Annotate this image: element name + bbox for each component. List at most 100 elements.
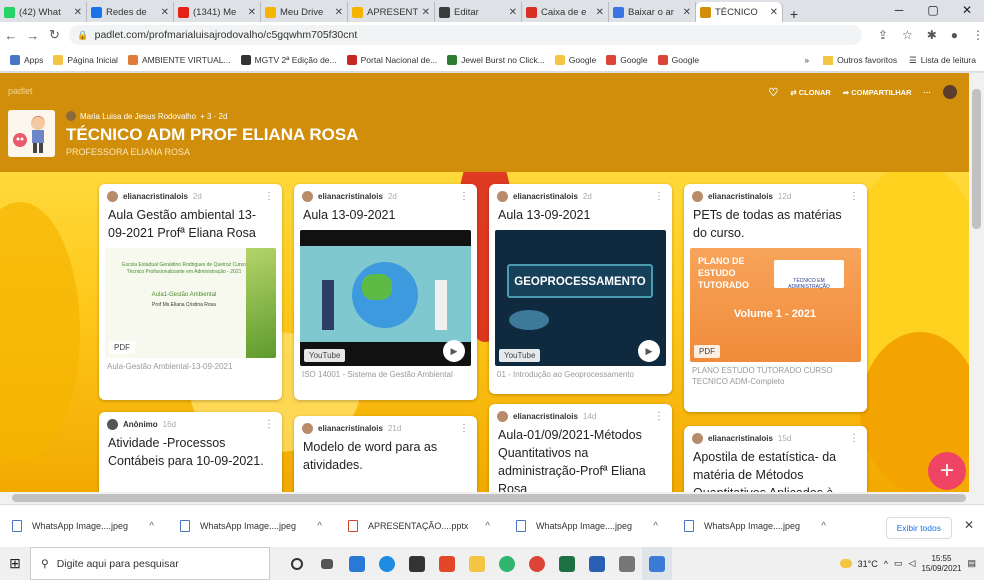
post-menu-icon[interactable]: ⋮ [849,191,859,202]
excel-icon[interactable] [552,547,582,580]
reload-icon[interactable]: ↻ [44,27,66,43]
chevron-up-icon[interactable]: ^ [485,521,490,532]
post-card[interactable]: elianacristinalois 21d ⋮ Modelo de word pa… [294,416,477,492]
more-options-icon[interactable]: ··· [924,88,932,97]
tab-close-icon[interactable]: ✕ [161,7,169,18]
download-item[interactable]: WhatsApp Image....jpeg ^ [0,520,168,532]
browser-tab[interactable]: TÉCNICO ✕ [696,2,783,22]
weather-temp[interactable]: 31°C [858,559,878,569]
download-item[interactable]: WhatsApp Image....jpeg ^ [504,520,672,532]
store-icon[interactable] [402,547,432,580]
post-menu-icon[interactable]: ⋮ [459,423,469,434]
browser-tab[interactable]: (1341) Me ✕ [174,2,261,22]
browser-tab[interactable]: (42) What ✕ [0,2,87,22]
bookmark-item[interactable]: AMBIENTE VIRTUAL... [127,54,231,65]
post-card[interactable]: elianacristinalois 14d ⋮ Aula-01/09/2021-M… [489,404,672,492]
browser-tab[interactable]: Baixar o ar ✕ [609,2,696,22]
word-icon[interactable] [582,547,612,580]
chevron-up-icon[interactable]: ^ [884,559,888,569]
bookmark-item[interactable]: Jewel Burst no Click... [447,54,545,65]
post-menu-icon[interactable]: ⋮ [654,411,664,422]
clone-button[interactable]: ⇄ CLONAR [790,88,830,97]
taskbar-search[interactable]: ⚲ Digite aqui para pesquisar [30,547,270,580]
post-card[interactable]: elianacristinalois 2d ⋮ Aula 13-09-2021 Yo… [294,184,477,400]
tab-close-icon[interactable]: ✕ [596,7,604,18]
share-button[interactable]: ➦ COMPARTILHAR [843,88,912,97]
star-icon[interactable]: ☆ [902,28,913,42]
post-menu-icon[interactable]: ⋮ [459,191,469,202]
pdf-thumbnail[interactable]: PLANO DE ESTUDO TUTORADO TÉCNICO EM ADMI… [690,248,861,363]
tab-close-icon[interactable]: ✕ [248,7,256,18]
photos-icon[interactable] [642,547,672,580]
share-icon[interactable]: ⇪ [878,28,888,42]
reading-list-button[interactable]: Lista de leitura [921,55,976,65]
vertical-scrollbar[interactable] [969,73,984,492]
download-item[interactable]: APRESENTAÇÃO....pptx ^ [336,520,504,532]
close-window-button[interactable]: ✕ [950,0,984,20]
calculator-icon[interactable] [612,547,642,580]
chevron-up-icon[interactable]: ^ [653,521,658,532]
bookmark-item[interactable]: Apps [10,54,43,65]
tab-close-icon[interactable]: ✕ [335,7,343,18]
browser-tab[interactable]: Caixa de e ✕ [522,2,609,22]
show-all-downloads-button[interactable]: Exibir todos [885,517,952,539]
minimize-button[interactable]: ─ [882,0,916,20]
maximize-button[interactable]: ▢ [916,0,950,20]
video-thumbnail[interactable]: GEOPROCESSAMENTO YouTube ▶ [495,230,666,367]
task-view-icon[interactable] [312,547,342,580]
tab-close-icon[interactable]: ✕ [509,7,517,18]
other-favorites-folder[interactable]: Outros favoritos [837,55,897,65]
play-icon[interactable]: ▶ [638,340,660,363]
browser-tab[interactable]: Editar ✕ [435,2,522,22]
post-menu-icon[interactable]: ⋮ [264,419,274,430]
post-card[interactable]: Anônimo 16d ⋮ Atividade -Processos Contábe… [99,412,282,492]
browser-tab[interactable]: Redes de ✕ [87,2,174,22]
close-icon[interactable]: ✕ [964,518,974,532]
forward-arrow-icon[interactable]: → [22,28,44,43]
chevron-up-icon[interactable]: ^ [821,521,826,532]
chevron-up-icon[interactable]: ^ [317,521,322,532]
profile-icon[interactable]: ● [951,28,958,42]
post-menu-icon[interactable]: ⋮ [264,191,274,202]
office-icon[interactable] [432,547,462,580]
tab-close-icon[interactable]: ✕ [683,7,691,18]
windows-start-icon[interactable]: ⊞ [0,555,30,572]
edge-icon[interactable] [492,547,522,580]
download-item[interactable]: WhatsApp Image....jpeg ^ [168,520,336,532]
play-icon[interactable]: ▶ [443,340,465,363]
more-bookmarks-button[interactable]: » [804,55,809,65]
bookmark-item[interactable]: MGTV 2ª Edição de... [240,54,337,65]
chevron-up-icon[interactable]: ^ [149,521,154,532]
post-card[interactable]: elianacristinalois 12d ⋮ PETs de todas as … [684,184,867,412]
file-explorer-icon[interactable] [462,547,492,580]
browser-tab[interactable]: APRESENT ✕ [348,2,435,22]
post-menu-icon[interactable]: ⋮ [849,433,859,444]
volume-icon[interactable]: ◁ [909,558,916,569]
download-item[interactable]: WhatsApp Image....jpeg ^ [672,520,840,532]
bookmark-item[interactable]: Google [657,54,699,65]
post-card[interactable]: elianacristinalois 15d ⋮ Apostila de estat… [684,426,867,492]
network-icon[interactable]: ▭ [894,558,903,569]
padlet-logo[interactable]: padlet [8,86,33,96]
edge-legacy-icon[interactable] [372,547,402,580]
heart-icon[interactable]: ♡ [769,86,779,99]
tab-close-icon[interactable]: ✕ [74,7,82,18]
bookmark-item[interactable]: Google [606,54,648,65]
back-arrow-icon[interactable]: ← [0,28,22,43]
browser-tab[interactable]: Meu Drive ✕ [261,2,348,22]
add-post-button[interactable]: + [928,452,966,490]
video-thumbnail[interactable]: YouTube ▶ [300,230,471,367]
scroll-thumb[interactable] [972,89,981,229]
tab-close-icon[interactable]: ✕ [422,7,430,18]
cortana-icon[interactable] [282,547,312,580]
post-card[interactable]: elianacristinalois 2d ⋮ Aula 13-09-2021 GE… [489,184,672,394]
clock[interactable]: 15:55 15/09/2021 [921,554,961,573]
post-card[interactable]: elianacristinalois 2d ⋮ Aula Gestão ambien… [99,184,282,400]
address-bar[interactable]: 🔒 padlet.com/profmarialuisajrodovalho/c5… [69,25,862,45]
user-avatar[interactable] [943,85,957,99]
scroll-thumb[interactable] [12,494,966,502]
mail-icon[interactable] [342,547,372,580]
chrome-icon[interactable] [522,547,552,580]
post-menu-icon[interactable]: ⋮ [654,191,664,202]
tab-close-icon[interactable]: ✕ [770,7,778,18]
